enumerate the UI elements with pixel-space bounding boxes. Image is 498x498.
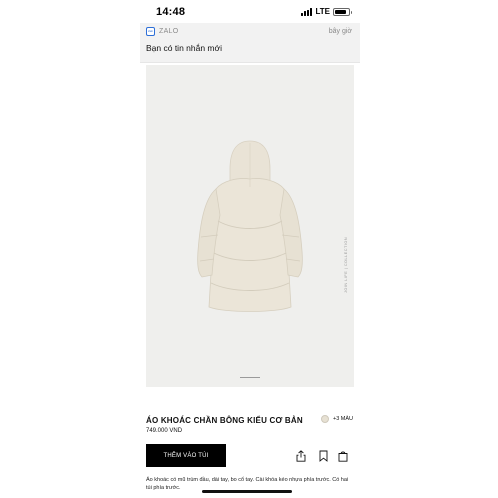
more-colors-link[interactable]: +3 MÀU bbox=[333, 416, 353, 422]
signal-icon bbox=[301, 7, 313, 16]
notification-time: bây giờ bbox=[328, 28, 352, 35]
phone-screen: 14:48 LTE ZALO bây giờ Bạn có tin nhắn m… bbox=[140, 0, 360, 498]
notification-banner[interactable]: ZALO bây giờ Bạn có tin nhắn mới bbox=[140, 23, 360, 63]
bag-icon[interactable] bbox=[337, 449, 349, 462]
status-bar: 14:48 LTE bbox=[140, 0, 360, 24]
share-icon[interactable] bbox=[295, 449, 307, 462]
image-pager-indicator[interactable] bbox=[240, 377, 260, 378]
collection-label: JOIN LIFE | COLLECTION bbox=[344, 236, 348, 293]
product-image[interactable]: JOIN LIFE | COLLECTION bbox=[146, 65, 354, 387]
notification-app-name: ZALO bbox=[159, 28, 179, 35]
product-title: ÁO KHOÁC CHẦN BÔNG KIỂU CƠ BẢN bbox=[146, 416, 303, 425]
status-indicators: LTE bbox=[301, 7, 352, 16]
status-time: 14:48 bbox=[156, 6, 186, 18]
bookmark-icon[interactable] bbox=[317, 449, 329, 462]
color-swatch[interactable] bbox=[321, 415, 329, 423]
product-price: 749.000 VND bbox=[146, 428, 183, 434]
home-indicator[interactable] bbox=[202, 490, 292, 493]
battery-icon bbox=[333, 7, 352, 16]
jacket-image bbox=[197, 140, 303, 312]
add-to-bag-button[interactable]: THÊM VÀO TÚI bbox=[146, 444, 226, 467]
notification-message: Bạn có tin nhắn mới bbox=[146, 43, 222, 53]
network-label: LTE bbox=[315, 7, 330, 16]
zalo-app-icon bbox=[146, 27, 155, 36]
